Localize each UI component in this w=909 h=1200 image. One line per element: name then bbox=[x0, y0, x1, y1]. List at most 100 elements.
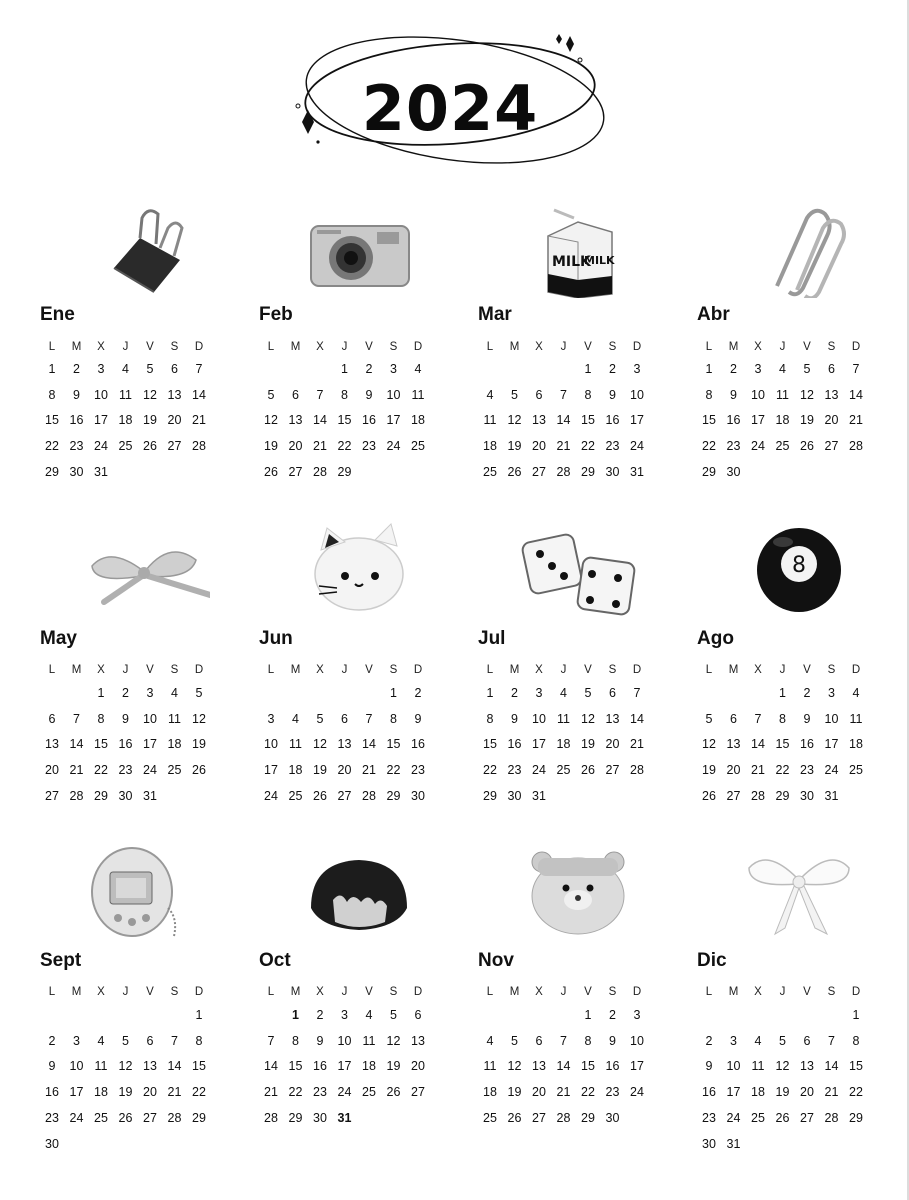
day-cell: 20 bbox=[45, 763, 59, 778]
day-cell: 25 bbox=[775, 439, 790, 454]
day-cell: 7 bbox=[267, 1033, 275, 1048]
year-title: 2024 bbox=[361, 72, 539, 145]
week-row: 24 25 26 27 28 29 30 bbox=[259, 789, 434, 809]
day-cell: 7 bbox=[316, 387, 324, 402]
day-cell: 23 bbox=[411, 763, 425, 778]
day-cell: 21 bbox=[824, 1085, 839, 1100]
weekday-header: LMXJVSD bbox=[478, 341, 653, 361]
day-cell: 24 bbox=[726, 1110, 741, 1125]
day-cell: 1 bbox=[584, 1008, 592, 1022]
day-cell: 20 bbox=[167, 413, 182, 428]
day-cell: 27 bbox=[411, 1085, 425, 1100]
week-row: 16 17 18 19 20 21 22 bbox=[697, 1085, 872, 1105]
weekday-label: J bbox=[779, 986, 786, 998]
day-cell: 19 bbox=[507, 439, 522, 454]
day-cell: 25 bbox=[362, 1085, 376, 1100]
day-cell: 21 bbox=[556, 1085, 571, 1100]
day-cell: 27 bbox=[288, 464, 303, 479]
day-cell: 3 bbox=[633, 362, 641, 376]
weekday-label: M bbox=[290, 341, 301, 353]
day-cell: 21 bbox=[167, 1085, 182, 1100]
day-cell: 29 bbox=[288, 1110, 303, 1125]
day-cell: 1 bbox=[584, 362, 592, 376]
day-cell: 13 bbox=[288, 413, 303, 428]
week-row: 25 26 27 28 29 30 31 bbox=[478, 465, 653, 485]
weekday-header: LMXJVSD bbox=[478, 986, 653, 1006]
day-cell: 21 bbox=[751, 763, 765, 778]
weekday-label: M bbox=[728, 986, 739, 998]
week-row: 1 2 3 4 bbox=[697, 686, 872, 706]
day-cell: 3 bbox=[341, 1008, 348, 1022]
weekday-label: X bbox=[535, 341, 543, 353]
week-row: 1 bbox=[697, 1008, 872, 1028]
day-cell: 9 bbox=[73, 387, 80, 402]
day-cell: 17 bbox=[94, 413, 108, 428]
week-row: 4 5 6 7 8 9 10 bbox=[478, 388, 653, 408]
day-cell: 6 bbox=[48, 711, 56, 726]
day-cell: 12 bbox=[118, 1059, 133, 1074]
weekday-label: D bbox=[194, 986, 204, 998]
week-row: 22 23 24 25 26 27 28 bbox=[40, 439, 215, 459]
weekday-label: L bbox=[267, 664, 275, 676]
day-cell: 28 bbox=[849, 439, 863, 454]
month-name: Jun bbox=[259, 628, 293, 649]
weekday-label: X bbox=[97, 986, 105, 998]
mochi-icon bbox=[289, 838, 429, 938]
day-cell: 1 bbox=[195, 1008, 203, 1022]
week-row: 8 9 10 11 12 13 14 bbox=[697, 388, 872, 408]
day-cell: 16 bbox=[362, 413, 376, 428]
week-row: 26 27 28 29 bbox=[259, 465, 434, 485]
day-cell: 11 bbox=[849, 711, 863, 726]
weekday-label: D bbox=[413, 664, 423, 676]
weekday-label: X bbox=[754, 341, 762, 353]
day-cell: 14 bbox=[192, 387, 206, 402]
weekday-label: V bbox=[803, 664, 811, 676]
day-cell: 28 bbox=[824, 1110, 839, 1125]
day-cell: 21 bbox=[313, 439, 327, 454]
weekday-label: X bbox=[97, 664, 105, 676]
weekday-label: X bbox=[97, 341, 105, 353]
day-cell: 2 bbox=[365, 362, 373, 376]
day-cell: 12 bbox=[143, 387, 157, 402]
weekday-label: M bbox=[71, 341, 82, 353]
week-row: 1 2 3 4 5 6 7 bbox=[40, 362, 215, 382]
week-row: 1 2 3 4 bbox=[259, 362, 434, 382]
week-row: 12 13 14 15 16 17 18 bbox=[697, 737, 872, 757]
week-row: 2 3 4 5 6 7 8 bbox=[697, 1034, 872, 1054]
day-cell: 22 bbox=[288, 1085, 303, 1100]
day-cell: 19 bbox=[581, 737, 595, 752]
day-cell: 30 bbox=[313, 1110, 327, 1125]
day-cell: 26 bbox=[507, 464, 522, 479]
day-cell: 1 bbox=[779, 686, 786, 700]
weekday-label: S bbox=[608, 664, 617, 676]
day-cell: 9 bbox=[511, 711, 518, 726]
day-cell: 31 bbox=[143, 788, 157, 803]
day-cell: 27 bbox=[532, 464, 546, 479]
day-cell: 9 bbox=[609, 1033, 616, 1048]
day-cell: 13 bbox=[167, 387, 182, 402]
eight-ball-icon: 8 bbox=[727, 516, 867, 616]
week-row: 10 11 12 13 14 15 16 bbox=[259, 737, 434, 757]
day-cell: 2 bbox=[511, 686, 518, 700]
day-cell: 25 bbox=[556, 763, 571, 778]
weekday-header: LMXJVSD bbox=[697, 986, 872, 1006]
weekday-header: LMXJVSD bbox=[40, 986, 215, 1006]
day-cell: 17 bbox=[726, 1085, 741, 1100]
day-cell: 14 bbox=[167, 1059, 182, 1074]
day-cell: 19 bbox=[118, 1085, 133, 1100]
day-cell: 12 bbox=[581, 711, 595, 726]
weekday-label: X bbox=[754, 664, 762, 676]
day-cell: 20 bbox=[288, 439, 303, 454]
day-cell: 4 bbox=[122, 362, 129, 376]
day-cell: 27 bbox=[337, 788, 352, 803]
week-row: 17 18 19 20 21 22 23 bbox=[259, 763, 434, 783]
day-cell: 6 bbox=[292, 387, 299, 402]
week-row: 23 24 25 26 27 28 29 bbox=[40, 1111, 215, 1131]
day-cell: 10 bbox=[630, 387, 644, 402]
day-cell: 12 bbox=[702, 737, 716, 752]
day-cell: 27 bbox=[800, 1110, 814, 1125]
day-cell: 19 bbox=[702, 763, 716, 778]
day-cell: 17 bbox=[824, 737, 839, 752]
day-cell: 22 bbox=[94, 763, 108, 778]
day-cell: 12 bbox=[507, 1059, 522, 1074]
